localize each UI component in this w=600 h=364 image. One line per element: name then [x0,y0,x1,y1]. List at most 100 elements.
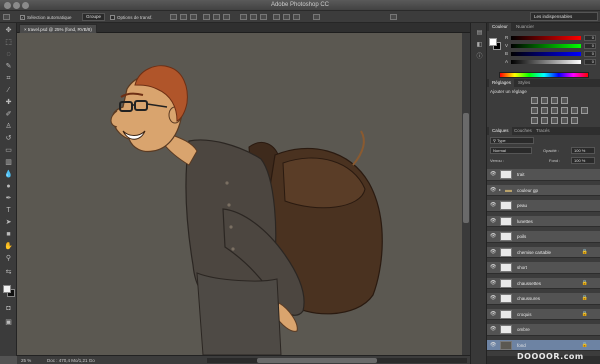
layer-row[interactable]: 👁 chemise cartable 🔒 [487,246,600,258]
color-spectrum-ramp[interactable] [499,72,589,78]
invert-icon[interactable] [531,117,538,124]
layer-name[interactable]: ombre [517,326,530,333]
align-vcenter-icon[interactable] [180,14,187,20]
foreground-color-swatch[interactable] [3,285,11,293]
transform-controls-checkbox[interactable]: Options de transf. [110,14,153,21]
distribute-right-icon[interactable] [293,14,300,20]
3d-mode-icon[interactable] [390,14,397,20]
visibility-eye-icon[interactable]: 👁 [490,296,496,301]
type-tool-icon[interactable]: T [4,207,13,215]
distribute-top-icon[interactable] [240,14,247,20]
color-fg-swatch[interactable] [489,38,497,46]
layer-thumbnail[interactable] [500,201,512,210]
layer-row[interactable]: 👁 poils [487,231,600,243]
exposure-icon[interactable] [561,97,568,104]
gradient-tool-icon[interactable]: ▥ [4,159,13,167]
black-white-icon[interactable] [561,107,568,114]
history-panel-icon[interactable]: ▤ [475,29,484,37]
tab-paths[interactable]: Tracés [533,127,553,135]
layer-name[interactable]: croquis [517,311,532,318]
layer-name[interactable]: peau [517,202,527,209]
levels-icon[interactable] [541,97,548,104]
channel-mixer-icon[interactable] [581,107,588,114]
visibility-eye-icon[interactable]: 👁 [490,249,496,255]
layer-thumbnail[interactable] [500,309,512,319]
slider-value[interactable]: 0 [584,51,596,57]
workspace-select[interactable]: Les indispensables [530,12,598,21]
layer-name[interactable]: short [517,264,527,271]
document-canvas[interactable] [17,33,462,355]
layer-thumbnail[interactable] [500,325,512,334]
vertical-scrollbar[interactable] [462,33,470,355]
layer-name[interactable]: fond [517,342,526,349]
eraser-tool-icon[interactable]: ▭ [4,147,13,155]
brightness-contrast-icon[interactable] [531,97,538,104]
tab-channels[interactable]: Couches [511,127,535,135]
layer-thumbnail[interactable] [500,232,512,241]
visibility-eye-icon[interactable]: 👁 [490,327,496,332]
slider-value[interactable]: 0 [584,59,596,65]
slider-track[interactable] [511,52,581,56]
slider-track[interactable] [511,60,581,64]
visibility-eye-icon[interactable]: 👁 [490,342,496,348]
layer-row[interactable]: 👁 ombre [487,324,600,336]
layer-thumbnail[interactable] [500,278,512,288]
horizontal-scroll-thumb[interactable] [257,358,377,363]
layer-row[interactable]: 👁 ▸ ▬ couleur gp [487,184,600,196]
tab-styles[interactable]: Styles [515,79,533,87]
distribute-bottom-icon[interactable] [260,14,267,20]
quick-mask-icon[interactable]: ◘ [4,305,13,313]
slider-value[interactable]: 0 [584,35,596,41]
layer-row[interactable]: 👁 lunettes [487,215,600,227]
tab-adjustments[interactable]: Réglages [489,79,515,87]
visibility-eye-icon[interactable]: 👁 [490,172,496,177]
history-brush-tool-icon[interactable]: ↺ [4,135,13,143]
properties-panel-icon[interactable]: ◧ [475,41,484,49]
vertical-scroll-thumb[interactable] [463,113,469,223]
layer-name[interactable]: chaussettes [517,280,541,287]
move-tool-icon[interactable]: ✥ [4,27,13,35]
blend-mode-select[interactable]: Normal [490,147,532,154]
fill-input[interactable]: 100 % [571,157,595,164]
layer-row[interactable]: 👁 short [487,262,600,274]
tab-swatches[interactable]: Nuancier [513,23,537,31]
color-slider-r[interactable]: R 0 [505,35,600,41]
zoom-level[interactable]: 25 % [21,357,31,364]
screen-mode-icon[interactable]: ▣ [4,319,13,327]
move-tool-preset-icon[interactable] [3,14,10,20]
clone-stamp-tool-icon[interactable]: ♙ [4,123,13,131]
posterize-icon[interactable] [541,117,548,124]
group-expand-arrow-icon[interactable]: ▸ [499,187,501,193]
document-size-info[interactable]: Doc : 470,4 Mo/1,21 Go [47,357,95,364]
align-bottom-icon[interactable] [190,14,197,20]
slider-value[interactable]: 0 [584,43,596,49]
layer-name[interactable]: poils [517,233,526,240]
align-right-icon[interactable] [223,14,230,20]
tab-layers[interactable]: Calques [489,127,512,135]
layer-name[interactable]: lunettes [517,218,533,225]
layer-row[interactable]: 👁 chaussures 🔒 [487,293,600,305]
distribute-hcenter-icon[interactable] [283,14,290,20]
layer-thumbnail[interactable] [500,247,512,257]
layer-row[interactable]: 👁 trait [487,169,600,181]
pen-tool-icon[interactable]: ✒ [4,195,13,203]
layer-name[interactable]: trait [517,171,525,178]
layer-thumbnail[interactable] [500,263,512,272]
brush-tool-icon[interactable]: ✐ [4,111,13,119]
color-balance-icon[interactable] [551,107,558,114]
layer-name[interactable]: chaussures [517,295,540,302]
visibility-eye-icon[interactable]: 👁 [490,265,496,270]
layer-row[interactable]: 👁 peau [487,200,600,212]
slider-track[interactable] [511,36,581,40]
layer-row[interactable]: 👁 croquis 🔒 [487,308,600,320]
align-left-icon[interactable] [203,14,210,20]
auto-align-icon[interactable] [313,14,320,20]
visibility-eye-icon[interactable]: 👁 [490,187,496,193]
align-hcenter-icon[interactable] [213,14,220,20]
hue-saturation-icon[interactable] [541,107,548,114]
eyedropper-tool-icon[interactable]: ⁄ [4,87,13,95]
auto-select-mode-select[interactable]: Groupe [82,13,106,21]
marquee-tool-icon[interactable]: ⬚ [4,39,13,47]
opacity-input[interactable]: 100 % [571,147,595,154]
visibility-eye-icon[interactable]: 👁 [490,218,496,224]
